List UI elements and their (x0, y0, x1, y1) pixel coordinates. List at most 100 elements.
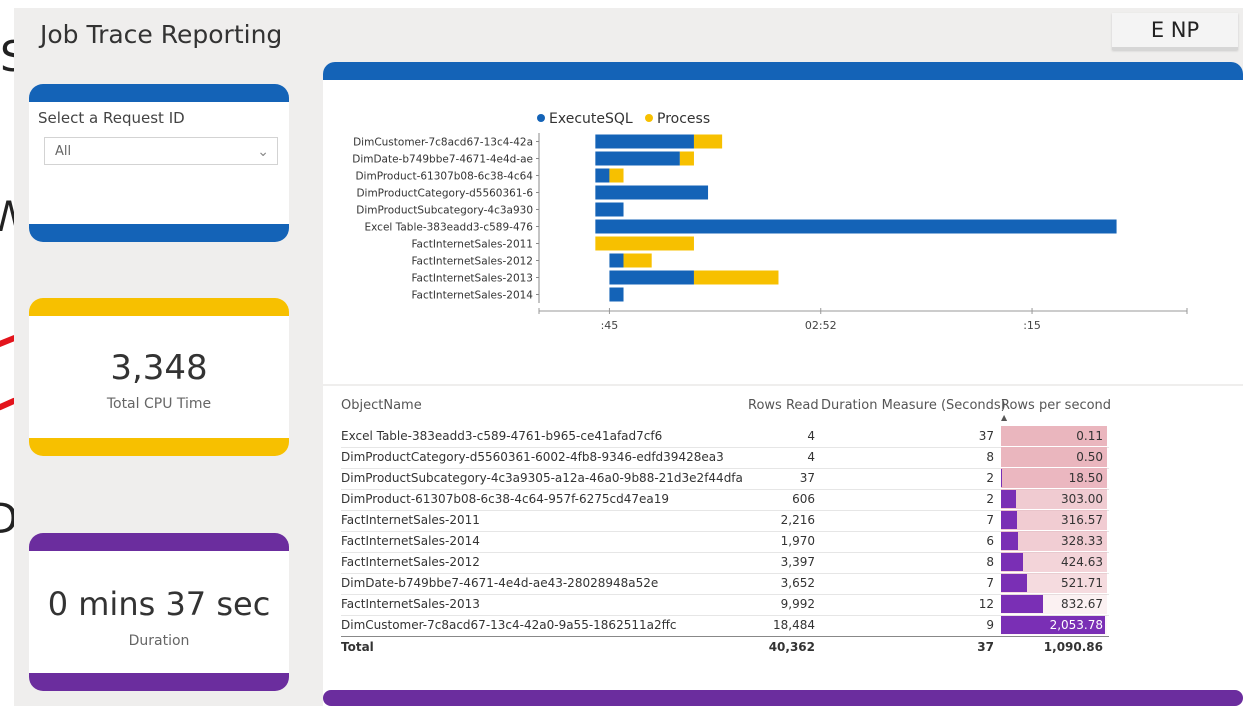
bar-process (693, 134, 723, 149)
rps-value: 303.00 (1061, 492, 1103, 506)
card-bottom-band (29, 438, 289, 456)
table-row[interactable]: DimProduct-61307b08-6c38-4c64-957f-6275c… (341, 489, 1109, 511)
cell-rows-per-second: 0.11 (1001, 426, 1107, 446)
card-top-band (29, 533, 289, 551)
table-row[interactable]: FactInternetSales-2011 2,216 7 316.57 (341, 510, 1109, 532)
enp-button[interactable]: E NP (1112, 13, 1238, 50)
col-header-rows-read[interactable]: Rows Read (748, 398, 819, 413)
cell-rows-read: 1,970 (780, 534, 815, 548)
cell-duration: 2 (986, 492, 994, 506)
job-timeline-chart[interactable]: ExecuteSQL Process DimCustomer-7c8acd67-13… (323, 62, 1243, 384)
cell-duration: 7 (986, 576, 994, 590)
col-header-rows-per-second[interactable]: Rows per second (1001, 398, 1111, 413)
x-tick-label: 02:52 (805, 319, 837, 332)
cell-rows-read: 37 (799, 471, 815, 485)
cell-rows-per-second: 328.33 (1001, 531, 1107, 551)
bar-executesql (609, 253, 624, 268)
card-bottom-band (29, 673, 289, 691)
cell-object-name: FactInternetSales-2012 (341, 555, 480, 569)
request-filter-label: Select a Request ID (38, 109, 185, 127)
bar-process (679, 151, 694, 166)
table-row[interactable]: DimDate-b749bbe7-4671-4e4d-ae43-28028948… (341, 573, 1109, 595)
cell-object-name: FactInternetSales-2013 (341, 597, 480, 611)
cell-duration: 9 (986, 618, 994, 632)
cell-rows-read: 9,992 (780, 597, 815, 611)
y-tick-label: DimProductCategory-d5560361-6 (356, 188, 533, 200)
table-total-row[interactable]: Total 40,362 37 1,090.86 (341, 636, 1109, 658)
legend-label: Process (657, 111, 710, 127)
cpu-time-value: 3,348 (110, 348, 208, 388)
cell-rows-read: 2,216 (780, 513, 815, 527)
card-top-band (29, 298, 289, 316)
cell-rows-per-second: 18.50 (1001, 468, 1107, 488)
y-tick-label: FactInternetSales-2013 (411, 273, 533, 285)
bar-executesql (595, 202, 624, 217)
y-tick-label: DimProduct-61307b08-6c38-4c64 (355, 171, 533, 183)
cell-duration: 8 (986, 450, 994, 464)
cell-rows-read: 40,362 (768, 640, 815, 654)
cell-duration: 37 (978, 429, 994, 443)
cell-object-name: FactInternetSales-2014 (341, 534, 480, 548)
rps-value: 328.33 (1061, 534, 1103, 548)
legend-marker (537, 114, 545, 122)
cell-rows-per-second: 316.57 (1001, 510, 1107, 530)
table-row[interactable]: Excel Table-383eadd3-c589-4761-b965-ce41… (341, 426, 1109, 448)
cell-duration: 8 (986, 555, 994, 569)
cell-rows-read: 4 (807, 429, 815, 443)
rps-value: 0.11 (1076, 429, 1103, 443)
cell-duration: 6 (986, 534, 994, 548)
table-row[interactable]: DimProductCategory-d5560361-6002-4fb8-93… (341, 447, 1109, 469)
rps-value: 18.50 (1068, 471, 1103, 485)
cell-duration: 2 (986, 471, 994, 485)
chevron-down-icon: ⌄ (257, 144, 269, 160)
bar-executesql (609, 270, 694, 285)
rps-databar (1001, 469, 1002, 487)
rps-databar (1001, 574, 1028, 592)
table-row[interactable]: FactInternetSales-2012 3,397 8 424.63 (341, 552, 1109, 574)
x-tick-label: :15 (1023, 319, 1041, 332)
legend-marker (645, 114, 653, 122)
cell-object-name: DimProductCategory-d5560361-6002-4fb8-93… (341, 450, 724, 464)
table-row[interactable]: DimProductSubcategory-4c3a9305-a12a-46a0… (341, 468, 1109, 490)
bar-executesql (595, 151, 680, 166)
rps-databar (1001, 490, 1017, 508)
request-filter-card: Select a Request ID All ⌄ (29, 84, 289, 242)
sort-ascending-icon[interactable]: ▲ (1001, 413, 1007, 422)
y-tick-label: DimProductSubcategory-4c3a930 (356, 205, 533, 217)
bar-executesql (595, 185, 709, 200)
col-header-objectname[interactable]: ObjectName (341, 398, 422, 413)
col-header-duration[interactable]: Duration Measure (Seconds) (821, 398, 1006, 413)
cell-rows-per-second: 424.63 (1001, 552, 1107, 572)
bar-executesql (595, 168, 610, 183)
rps-value: 2,053.78 (1049, 618, 1103, 632)
legend-label: ExecuteSQL (549, 111, 633, 127)
bar-executesql (595, 219, 1117, 234)
x-tick-label: :45 (601, 319, 619, 332)
rps-value: 832.67 (1061, 597, 1103, 611)
request-id-dropdown[interactable]: All ⌄ (44, 137, 278, 165)
rps-value: 1,090.86 (1043, 640, 1103, 654)
y-tick-label: FactInternetSales-2012 (411, 256, 533, 268)
rps-databar (1001, 595, 1044, 613)
cell-rows-per-second: 0.50 (1001, 447, 1107, 467)
report-title: Job Trace Reporting (40, 20, 283, 49)
bar-executesql (609, 287, 624, 302)
cell-rows-per-second: 1,090.86 (1001, 637, 1107, 657)
cell-rows-per-second: 2,053.78 (1001, 615, 1107, 635)
dropdown-value: All (55, 144, 72, 159)
bar-process (609, 168, 624, 183)
bar-process (693, 270, 779, 285)
cell-rows-read: 18,484 (773, 618, 815, 632)
cell-rows-per-second: 303.00 (1001, 489, 1107, 509)
cell-object-name: DimCustomer-7c8acd67-13c4-42a0-9a55-1862… (341, 618, 677, 632)
table-row[interactable]: DimCustomer-7c8acd67-13c4-42a0-9a55-1862… (341, 615, 1109, 637)
cpu-time-label: Total CPU Time (106, 396, 212, 412)
cell-rows-read: 4 (807, 450, 815, 464)
job-timeline-chart-panel: ExecuteSQL Process DimCustomer-7c8acd67-13… (323, 62, 1243, 384)
duration-card: 0 mins 37 sec Duration (29, 533, 289, 691)
table-row[interactable]: FactInternetSales-2013 9,992 12 832.67 (341, 594, 1109, 616)
rps-value: 316.57 (1061, 513, 1103, 527)
cell-rows-per-second: 832.67 (1001, 594, 1107, 614)
duration-value: 0 mins 37 sec (47, 585, 271, 623)
table-row[interactable]: FactInternetSales-2014 1,970 6 328.33 (341, 531, 1109, 553)
